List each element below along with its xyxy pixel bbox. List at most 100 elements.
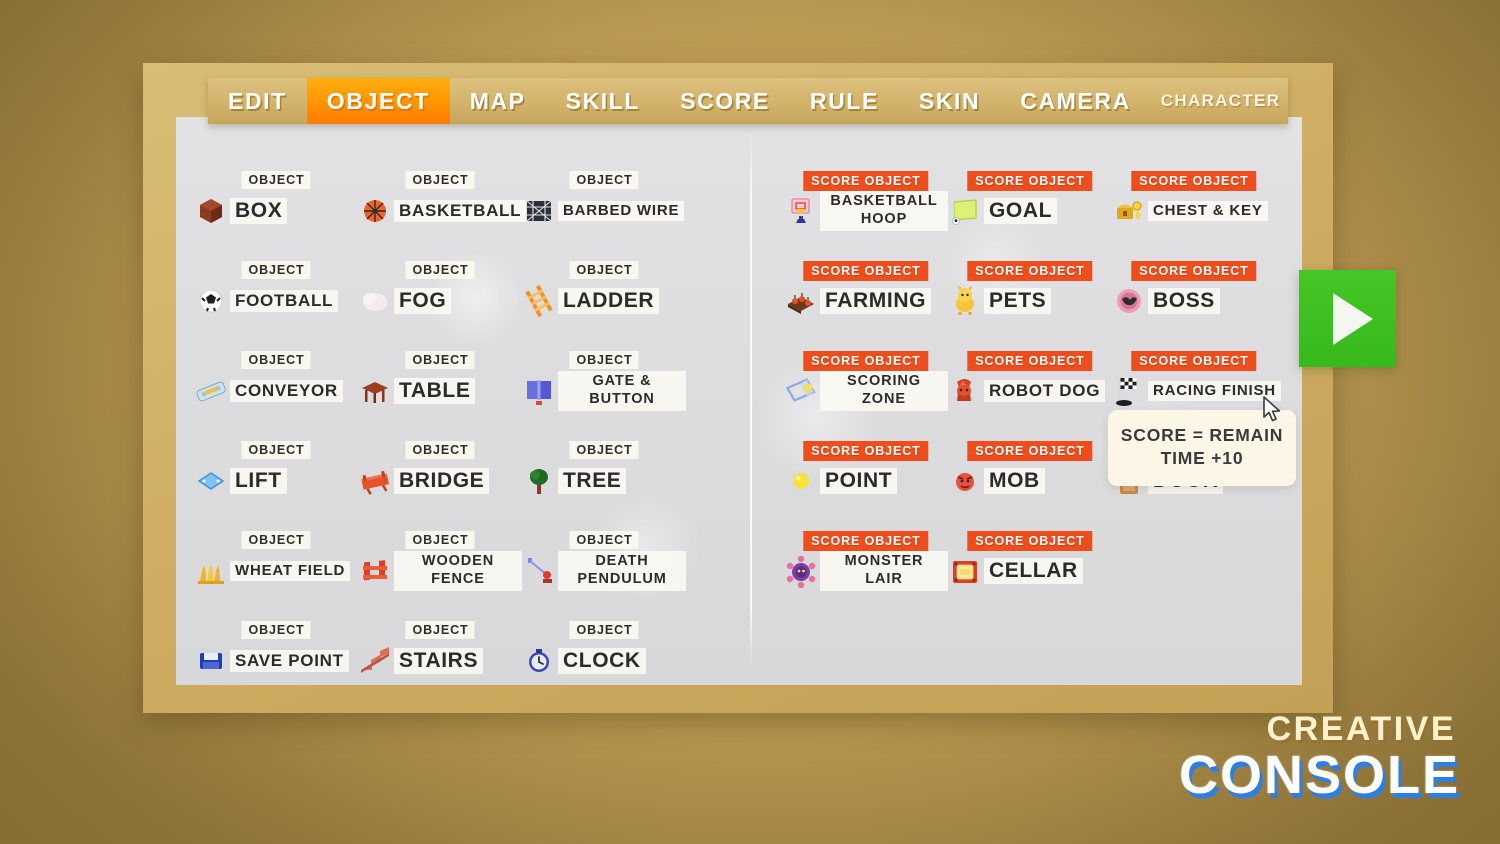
item-row: BRIDGE bbox=[358, 457, 522, 505]
basketball-hoop-icon bbox=[784, 194, 818, 228]
lift-icon bbox=[194, 464, 228, 498]
item-label: TREE bbox=[558, 468, 627, 494]
item-row: GATE & BUTTON bbox=[522, 367, 686, 415]
object-grid: OBJECT BOX OBJECT BASKETBALL OBJECT BARBED WI… bbox=[194, 147, 686, 685]
item-row: CHEST & KEY bbox=[1112, 187, 1276, 235]
library-item[interactable]: SCORE OBJECT GOAL bbox=[948, 147, 1112, 237]
item-label: GOAL bbox=[984, 198, 1058, 224]
library-item[interactable]: OBJECT TREE bbox=[522, 417, 686, 507]
object-badge: OBJECT bbox=[241, 531, 311, 549]
object-badge: OBJECT bbox=[241, 621, 311, 639]
item-row: GOAL bbox=[948, 187, 1112, 235]
library-item[interactable]: SCORE OBJECT RACING FINISH bbox=[1112, 327, 1281, 417]
library-item[interactable]: OBJECT FOOTBALL bbox=[194, 237, 358, 327]
item-label: WOODEN FENCE bbox=[394, 551, 522, 591]
item-row: CLOCK bbox=[522, 637, 686, 685]
column-divider bbox=[750, 131, 752, 671]
mob-icon bbox=[948, 464, 982, 498]
library-item[interactable]: SCORE OBJECT FARMING bbox=[784, 237, 948, 327]
tab-object[interactable]: OBJECT bbox=[306, 78, 450, 124]
item-label: BARBED WIRE bbox=[558, 201, 685, 221]
bridge-icon bbox=[358, 464, 392, 498]
library-item[interactable]: OBJECT WOODEN FENCE bbox=[358, 507, 522, 597]
boss-icon bbox=[1112, 284, 1146, 318]
item-row: MONSTER LAIR bbox=[784, 547, 948, 595]
gate-button-icon bbox=[522, 374, 556, 408]
tooltip: SCORE = REMAIN TIME +10 bbox=[1108, 410, 1296, 486]
item-row: BOX bbox=[194, 187, 358, 235]
library-item[interactable]: OBJECT LADDER bbox=[522, 237, 686, 327]
item-label: PETS bbox=[984, 288, 1052, 314]
object-library-panel: OBJECT BOX OBJECT BASKETBALL OBJECT BARBED WI… bbox=[176, 117, 1302, 685]
library-item[interactable]: SCORE OBJECT PETS bbox=[948, 237, 1112, 327]
library-item[interactable]: SCORE OBJECT BASKETBALL HOOP bbox=[784, 147, 948, 237]
library-item[interactable]: OBJECT CLOCK bbox=[522, 597, 686, 685]
item-label: BRIDGE bbox=[394, 468, 490, 494]
library-item[interactable]: OBJECT STAIRS bbox=[358, 597, 522, 685]
object-badge: OBJECT bbox=[569, 351, 639, 369]
library-item[interactable]: SCORE OBJECT ROBOT DOG bbox=[948, 327, 1112, 417]
item-row: BOSS bbox=[1112, 277, 1276, 325]
library-item[interactable]: OBJECT FOG bbox=[358, 237, 522, 327]
tab-edit[interactable]: EDIT bbox=[208, 78, 307, 124]
play-icon bbox=[1332, 292, 1373, 345]
tab-character[interactable]: CHARACTER bbox=[1151, 78, 1290, 124]
item-row: WOODEN FENCE bbox=[358, 547, 522, 595]
robot-dog-icon bbox=[948, 374, 982, 408]
object-badge: OBJECT bbox=[569, 171, 639, 189]
library-item[interactable]: SCORE OBJECT CHEST & KEY bbox=[1112, 147, 1276, 237]
object-badge: OBJECT bbox=[405, 531, 475, 549]
tab-skill[interactable]: SKILL bbox=[546, 78, 660, 124]
score-object-badge: SCORE OBJECT bbox=[967, 261, 1093, 281]
library-item[interactable]: OBJECT LIFT bbox=[194, 417, 358, 507]
basketball-icon bbox=[358, 194, 392, 228]
tab-rule[interactable]: RULE bbox=[790, 78, 899, 124]
library-item[interactable]: OBJECT CONVEYOR bbox=[194, 327, 358, 417]
app-logo: CREATIVE CONSOLE bbox=[1179, 712, 1460, 802]
tab-score[interactable]: SCORE bbox=[660, 78, 790, 124]
item-row: FARMING bbox=[784, 277, 948, 325]
library-item[interactable]: SCORE OBJECT BOSS bbox=[1112, 237, 1276, 327]
library-item[interactable]: OBJECT WHEAT FIELD bbox=[194, 507, 358, 597]
tab-map[interactable]: MAP bbox=[450, 78, 546, 124]
score-object-badge: SCORE OBJECT bbox=[803, 351, 929, 371]
item-label: CLOCK bbox=[558, 648, 646, 674]
item-label: WHEAT FIELD bbox=[230, 561, 351, 581]
logo-line-console: CONSOLE bbox=[1178, 745, 1460, 805]
item-label: CONVEYOR bbox=[230, 380, 343, 402]
library-item[interactable]: SCORE OBJECT CELLAR bbox=[948, 507, 1112, 597]
tab-skin[interactable]: SKIN bbox=[899, 78, 1000, 124]
library-item[interactable]: OBJECT BRIDGE bbox=[358, 417, 522, 507]
library-item[interactable]: OBJECT SAVE POINT bbox=[194, 597, 358, 685]
library-item[interactable]: SCORE OBJECT SCORING ZONE bbox=[784, 327, 948, 417]
item-row: BASKETBALL HOOP bbox=[784, 187, 948, 235]
object-badge: OBJECT bbox=[241, 171, 311, 189]
tree-icon bbox=[522, 464, 556, 498]
score-object-badge: SCORE OBJECT bbox=[803, 531, 929, 551]
object-badge: OBJECT bbox=[405, 351, 475, 369]
library-item[interactable]: OBJECT DEATH PENDULUM bbox=[522, 507, 686, 597]
play-button[interactable] bbox=[1299, 270, 1396, 367]
score-object-badge: SCORE OBJECT bbox=[803, 261, 929, 281]
item-label: POINT bbox=[820, 468, 898, 494]
library-item[interactable]: OBJECT GATE & BUTTON bbox=[522, 327, 686, 417]
library-item[interactable]: OBJECT BARBED WIRE bbox=[522, 147, 686, 237]
library-item[interactable]: OBJECT BOX bbox=[194, 147, 358, 237]
score-object-badge: SCORE OBJECT bbox=[1131, 351, 1257, 371]
library-item[interactable]: OBJECT BASKETBALL bbox=[358, 147, 527, 237]
library-item[interactable]: SCORE OBJECT MONSTER LAIR bbox=[784, 507, 948, 597]
item-label: BASKETBALL HOOP bbox=[820, 191, 948, 231]
item-row: RACING FINISH bbox=[1112, 367, 1281, 415]
item-row: SCORING ZONE bbox=[784, 367, 948, 415]
object-badge: OBJECT bbox=[241, 261, 311, 279]
tab-camera[interactable]: CAMERA bbox=[1000, 78, 1151, 124]
library-item[interactable]: SCORE OBJECT POINT bbox=[784, 417, 948, 507]
item-row: CELLAR bbox=[948, 547, 1112, 595]
library-item[interactable]: SCORE OBJECT MOB bbox=[948, 417, 1112, 507]
object-badge: OBJECT bbox=[569, 621, 639, 639]
death-pendulum-icon bbox=[522, 554, 556, 588]
wheat-field-icon bbox=[194, 554, 228, 588]
object-badge: OBJECT bbox=[569, 531, 639, 549]
library-item[interactable]: OBJECT TABLE bbox=[358, 327, 522, 417]
point-icon bbox=[784, 464, 818, 498]
